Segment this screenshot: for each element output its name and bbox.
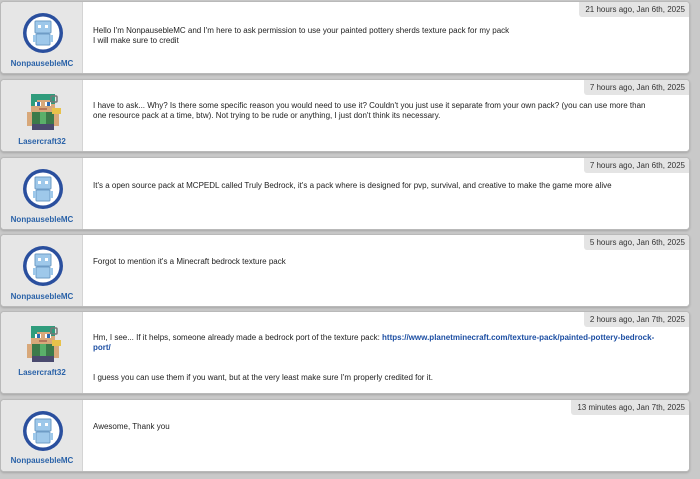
comment-text-line: It's a open source pack at MCPEDL called… <box>93 181 612 190</box>
comment-author-name[interactable]: NonpauseblеMC <box>1 456 83 465</box>
comment-timestamp: 7 hours ago, Jan 6th, 2025 <box>583 158 689 173</box>
comment-text: Hm, I see... If it helps, someone alread… <box>93 333 659 353</box>
comment-text-line: Hm, I see... If it helps, someone alread… <box>93 333 659 353</box>
comment-timestamp: 2 hours ago, Jan 7th, 2025 <box>583 312 689 327</box>
comment-author-name[interactable]: Lasercraft32 <box>1 368 83 377</box>
comment-timestamp: 21 hours ago, Jan 6th, 2025 <box>579 2 689 17</box>
robot-avatar-icon[interactable] <box>22 12 64 54</box>
comment-text-segment: Hm, I see... If it helps, someone alread… <box>93 333 383 342</box>
comment-text: Hello I'm NonpauseblеMC and I'm here to … <box>93 26 661 46</box>
minecraft-character-avatar-icon[interactable] <box>22 90 64 132</box>
comment-text: I have to ask... Why? Is there some spec… <box>93 101 661 121</box>
minecraft-character-avatar-icon[interactable] <box>22 322 64 364</box>
comment-text-line: Awesome, Thank you <box>93 422 170 431</box>
comment-text: I guess you can use them if you want, bu… <box>93 373 661 383</box>
comment-author-name[interactable]: NonpauseblеMC <box>1 215 83 224</box>
comment-author-name[interactable]: NonpauseblеMC <box>1 59 83 68</box>
comment-author-name[interactable]: NonpauseblеMC <box>1 292 83 301</box>
comment-text-line: I guess you can use them if you want, bu… <box>93 373 433 382</box>
comment-timestamp: 13 minutes ago, Jan 7th, 2025 <box>571 400 689 415</box>
comment-card: Lasercraft32 2 hours ago, Jan 7th, 2025 … <box>0 311 690 394</box>
comment-text-line: Hello I'm NonpauseblеMC and I'm here to … <box>93 26 510 35</box>
robot-avatar-icon[interactable] <box>22 245 64 287</box>
comment-text: It's a open source pack at MCPEDL called… <box>93 181 661 191</box>
comment-author: NonpauseblеMC <box>1 400 83 471</box>
comment-author: NonpauseblеMC <box>1 235 83 306</box>
comment-text-line: I will make sure to credit <box>93 36 179 45</box>
comment-card: Lasercraft32 7 hours ago, Jan 6th, 2025 … <box>0 79 690 152</box>
comment-card: NonpauseblеMC 13 minutes ago, Jan 7th, 2… <box>0 399 690 472</box>
comment-author-name[interactable]: Lasercraft32 <box>1 137 83 146</box>
comment-text-line: I have to ask... Why? Is there some spec… <box>93 101 646 120</box>
comment-author: Lasercraft32 <box>1 312 83 393</box>
comment-text: Awesome, Thank you <box>93 422 661 432</box>
robot-avatar-icon[interactable] <box>22 168 64 210</box>
comment-author: NonpauseblеMC <box>1 158 83 229</box>
comment-text: Forgot to mention it's a Minecraft bedro… <box>93 257 661 267</box>
comment-timestamp: 7 hours ago, Jan 6th, 2025 <box>583 80 689 95</box>
comment-author: NonpauseblеMC <box>1 2 83 73</box>
comment-card: NonpauseblеMC 21 hours ago, Jan 6th, 202… <box>0 1 690 74</box>
comment-card: NonpauseblеMC 7 hours ago, Jan 6th, 2025… <box>0 157 690 230</box>
robot-avatar-icon[interactable] <box>22 410 64 452</box>
comment-text-line: Forgot to mention it's a Minecraft bedro… <box>93 257 286 266</box>
comment-author: Lasercraft32 <box>1 80 83 151</box>
comment-timestamp: 5 hours ago, Jan 6th, 2025 <box>583 235 689 250</box>
comment-card: NonpauseblеMC 5 hours ago, Jan 6th, 2025… <box>0 234 690 307</box>
